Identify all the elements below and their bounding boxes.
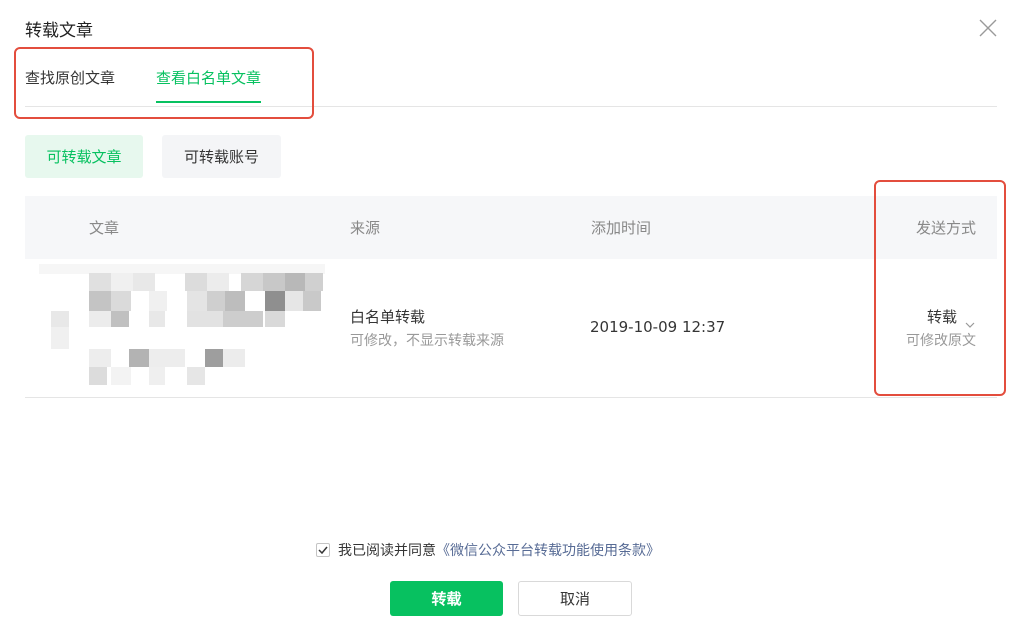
column-source: 来源 <box>350 219 381 237</box>
filter-reprintable-accounts[interactable]: 可转载账号 <box>162 135 281 178</box>
send-method-dropdown[interactable]: 转载 <box>926 306 975 328</box>
table-row: 白名单转载 可修改，不显示转载来源 2019-10-09 12:37 转载 可修… <box>25 259 997 398</box>
agreement-checkbox[interactable] <box>316 543 330 557</box>
dialog-title: 转载文章 <box>25 21 93 41</box>
reprint-button[interactable]: 转载 <box>390 581 503 616</box>
tab-find-original[interactable]: 查找原创文章 <box>25 67 115 88</box>
column-time: 添加时间 <box>591 219 652 237</box>
close-icon[interactable] <box>976 16 1000 40</box>
article-thumbnail-blurred[interactable] <box>25 259 345 397</box>
tab-bar: 查找原创文章 查看白名单文章 <box>25 56 997 107</box>
added-time: 2019-10-09 12:37 <box>590 318 726 336</box>
filter-reprintable-articles[interactable]: 可转载文章 <box>25 135 143 178</box>
source-title: 白名单转载 <box>350 308 426 326</box>
agreement-text: 我已阅读并同意 <box>338 543 436 559</box>
table-header: 文章 来源 添加时间 发送方式 <box>25 196 997 259</box>
send-method-value: 转载 <box>926 308 957 326</box>
send-method-description: 可修改原文 <box>906 333 976 349</box>
tab-whitelist-articles[interactable]: 查看白名单文章 <box>156 67 262 103</box>
source-description: 可修改，不显示转载来源 <box>350 333 504 349</box>
agreement: 我已阅读并同意 《微信公众平台转载功能使用条款》 <box>316 540 660 560</box>
column-method: 发送方式 <box>915 219 976 237</box>
cancel-button[interactable]: 取消 <box>518 581 632 616</box>
terms-link[interactable]: 《微信公众平台转载功能使用条款》 <box>436 540 660 560</box>
chevron-down-icon <box>965 314 975 328</box>
checkmark-icon <box>318 546 328 554</box>
column-article: 文章 <box>89 219 120 237</box>
